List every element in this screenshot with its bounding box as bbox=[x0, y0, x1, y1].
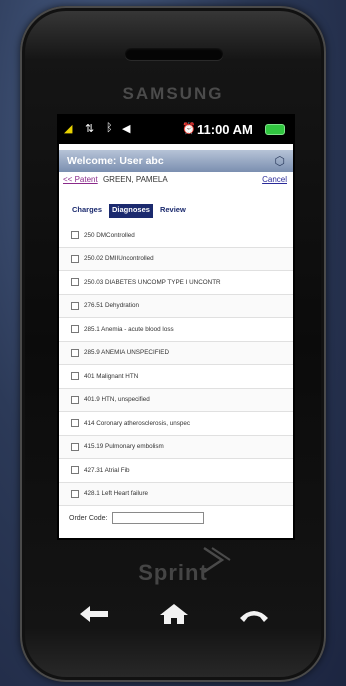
diagnosis-list: 250 DMControlled 250.02 DMIIUncontrolled… bbox=[59, 224, 293, 506]
list-item[interactable]: 428.1 Left Heart failure bbox=[59, 482, 293, 506]
diagnosis-label: 401.9 HTN, unspecified bbox=[84, 396, 150, 404]
signal-strength-icon: ◢ bbox=[64, 123, 73, 135]
diagnosis-label: 250.02 DMIIUncontrolled bbox=[84, 255, 154, 263]
app-header: Welcome: User abc ⬡ bbox=[59, 150, 293, 172]
list-item[interactable]: 427.31 Atrial Fib bbox=[59, 459, 293, 483]
diagnosis-label: 415.19 Pulmonary embolism bbox=[84, 443, 164, 451]
order-code-row: Order Code: bbox=[59, 512, 293, 524]
tab-review[interactable]: Review bbox=[157, 204, 189, 218]
status-bar: ◢ ⇅ ᛒ ◀ ⏰ 11:00 AM bbox=[59, 116, 293, 144]
tab-charges[interactable]: Charges bbox=[69, 204, 105, 218]
back-arrow-icon[interactable] bbox=[74, 602, 114, 626]
diagnosis-label: 414 Coronary atherosclerosis, unspec bbox=[84, 419, 191, 427]
patient-name: GREEN, PAMELA bbox=[102, 175, 168, 184]
list-item[interactable]: 250 DMControlled bbox=[59, 224, 293, 248]
checkbox[interactable] bbox=[71, 372, 79, 381]
back-to-patient-link[interactable]: << Patent bbox=[63, 175, 98, 184]
checkbox[interactable] bbox=[71, 348, 79, 357]
volume-icon: ◀ bbox=[122, 123, 131, 135]
list-item[interactable]: 401 Malignant HTN bbox=[59, 365, 293, 389]
checkbox[interactable] bbox=[71, 419, 79, 428]
list-item[interactable]: 401.9 HTN, unspecified bbox=[59, 388, 293, 412]
order-code-input[interactable] bbox=[111, 512, 204, 524]
list-item[interactable]: 250.03 DIABETES UNCOMP TYPE I UNCONTR bbox=[59, 271, 293, 295]
list-item[interactable]: 276.51 Dehydration bbox=[59, 294, 293, 318]
data-transfer-icon: ⇅ bbox=[85, 123, 95, 135]
list-item[interactable]: 414 Coronary atherosclerosis, unspec bbox=[59, 412, 293, 436]
end-call-icon[interactable] bbox=[234, 602, 274, 626]
diagnosis-label: 427.31 Atrial Fib bbox=[84, 466, 130, 474]
checkbox[interactable] bbox=[71, 395, 79, 404]
diagnosis-label: 401 Malignant HTN bbox=[84, 372, 139, 380]
alarm-icon: ⏰ bbox=[182, 123, 196, 135]
tab-bar: Charges Diagnoses Review bbox=[59, 204, 293, 218]
diagnosis-label: 285.1 Anemia - acute blood loss bbox=[84, 325, 174, 333]
list-item[interactable]: 285.9 ANEMIA UNSPECIFIED bbox=[59, 341, 293, 365]
battery-icon bbox=[265, 124, 285, 135]
diagnosis-label: 276.51 Dehydration bbox=[84, 302, 139, 310]
cancel-link[interactable]: Cancel bbox=[262, 172, 287, 188]
checkbox[interactable] bbox=[71, 278, 79, 287]
tab-diagnoses[interactable]: Diagnoses bbox=[109, 204, 153, 218]
checkbox[interactable] bbox=[71, 301, 79, 310]
hardware-nav-bar bbox=[20, 602, 326, 626]
diagnosis-label: 250 DMControlled bbox=[84, 231, 135, 239]
home-icon[interactable] bbox=[154, 602, 194, 626]
checkbox[interactable] bbox=[71, 231, 79, 240]
checkbox[interactable] bbox=[71, 466, 79, 475]
phone-screen: ◢ ⇅ ᛒ ◀ ⏰ 11:00 AM Welcome: User abc ⬡ <… bbox=[57, 114, 295, 540]
order-code-label: Order Code: bbox=[69, 514, 108, 522]
list-item[interactable]: 285.1 Anemia - acute blood loss bbox=[59, 318, 293, 342]
diagnosis-label: 250.03 DIABETES UNCOMP TYPE I UNCONTR bbox=[84, 278, 221, 286]
checkbox[interactable] bbox=[71, 442, 79, 451]
checkbox[interactable] bbox=[71, 489, 79, 498]
checkbox[interactable] bbox=[71, 254, 79, 263]
carrier-logo: Sprint bbox=[138, 560, 208, 585]
phone-body: SAMSUNG ◢ ⇅ ᛒ ◀ ⏰ 11:00 AM Welcome: User… bbox=[20, 6, 326, 682]
diagnosis-label: 285.9 ANEMIA UNSPECIFIED bbox=[84, 349, 170, 357]
diagnosis-label: 428.1 Left Heart failure bbox=[84, 490, 149, 498]
header-menu-icon[interactable]: ⬡ bbox=[275, 154, 285, 168]
bluetooth-icon: ᛒ bbox=[106, 122, 113, 134]
patient-row: << Patent GREEN, PAMELA Cancel bbox=[59, 172, 293, 188]
list-item[interactable]: 415.19 Pulmonary embolism bbox=[59, 435, 293, 459]
checkbox[interactable] bbox=[71, 325, 79, 334]
list-item[interactable]: 250.02 DMIIUncontrolled bbox=[59, 247, 293, 271]
brand-logo: SAMSUNG bbox=[122, 84, 224, 103]
status-time: 11:00 AM bbox=[197, 122, 253, 137]
earpiece-speaker bbox=[125, 48, 223, 60]
welcome-text: Welcome: User abc bbox=[67, 155, 164, 167]
